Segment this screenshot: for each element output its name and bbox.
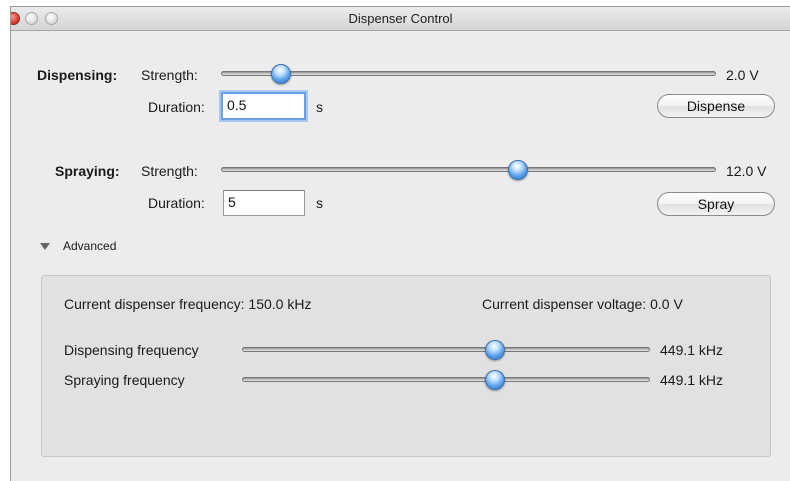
spraying-strength-value: 12.0 V <box>726 163 767 179</box>
dispensing-frequency-slider[interactable] <box>242 340 650 360</box>
spraying-frequency-label: Spraying frequency <box>64 372 185 388</box>
dispensing-section-label: Dispensing: <box>37 67 118 83</box>
spraying-duration-input[interactable]: 5 <box>223 190 305 216</box>
dispensing-frequency-knob[interactable] <box>484 340 505 360</box>
dispensing-strength-knob[interactable] <box>271 64 292 84</box>
advanced-toggle-label[interactable]: Advanced <box>63 239 116 253</box>
title-bar: Dispenser Control <box>11 7 790 31</box>
dispensing-strength-label: Strength: <box>141 67 198 83</box>
frequency-readout: Current dispenser frequency: 150.0 kHz <box>64 296 312 312</box>
spraying-duration-unit: s <box>316 195 323 211</box>
dispensing-strength-value: 2.0 V <box>726 67 759 83</box>
disclosure-triangle-icon[interactable] <box>40 243 50 250</box>
dispensing-duration-unit: s <box>316 99 323 115</box>
window-title: Dispenser Control <box>348 11 453 26</box>
dispenser-control-window: Dispenser Control Dispensing: Strength: … <box>10 6 790 481</box>
spraying-strength-knob[interactable] <box>507 160 528 180</box>
dispensing-duration-label: Duration: <box>148 99 205 115</box>
dispensing-frequency-label: Dispensing frequency <box>64 342 199 358</box>
spraying-frequency-knob[interactable] <box>484 370 505 390</box>
voltage-readout: Current dispenser voltage: 0.0 V <box>482 296 683 312</box>
spraying-duration-label: Duration: <box>148 195 205 211</box>
dispense-button[interactable]: Dispense <box>657 94 775 118</box>
spraying-section-label: Spraying: <box>55 163 120 179</box>
spraying-frequency-slider[interactable] <box>242 370 650 390</box>
dispensing-strength-slider[interactable] <box>221 64 716 84</box>
spraying-strength-slider[interactable] <box>221 160 716 180</box>
advanced-panel: Current dispenser frequency: 150.0 kHz C… <box>41 275 771 457</box>
spraying-frequency-value: 449.1 kHz <box>660 372 724 388</box>
dispensing-frequency-value: 449.1 kHz <box>660 342 724 358</box>
spray-button[interactable]: Spray <box>657 192 775 216</box>
dispensing-duration-input[interactable]: 0.5 <box>221 92 306 120</box>
spraying-strength-label: Strength: <box>141 163 198 179</box>
